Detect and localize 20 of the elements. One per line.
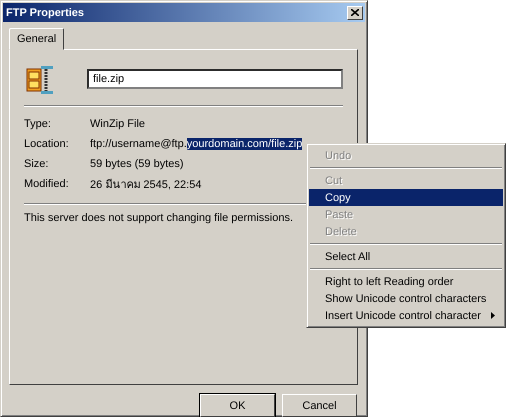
window-title: FTP Properties [6,6,84,18]
property-value: 26 มีนาคม 2545, 22:54 [90,178,202,193]
tab[interactable]: General [9,28,64,50]
menu-item[interactable]: Right to left Reading order [309,273,503,290]
cancel-button[interactable]: Cancel [282,394,357,417]
menu-item[interactable]: Insert Unicode control character [309,307,503,324]
close-icon [351,9,359,16]
menu-item[interactable]: Select All [309,248,503,265]
close-button[interactable] [347,6,363,20]
property-label: Location: [24,138,70,150]
file-name-field[interactable]: file.zip [87,69,343,89]
property-label: Modified: [24,178,70,190]
property-value: 59 bytes (59 bytes) [90,158,184,170]
menu-item[interactable]: Show Unicode control characters [309,290,503,307]
submenu-arrow-icon [491,312,495,319]
property-label: Type: [24,118,52,130]
property-label: Size: [24,158,50,170]
property-value: WinZip File [90,118,146,130]
ok-button[interactable]: OK [200,394,275,417]
menu-item[interactable]: Copy [309,189,503,206]
